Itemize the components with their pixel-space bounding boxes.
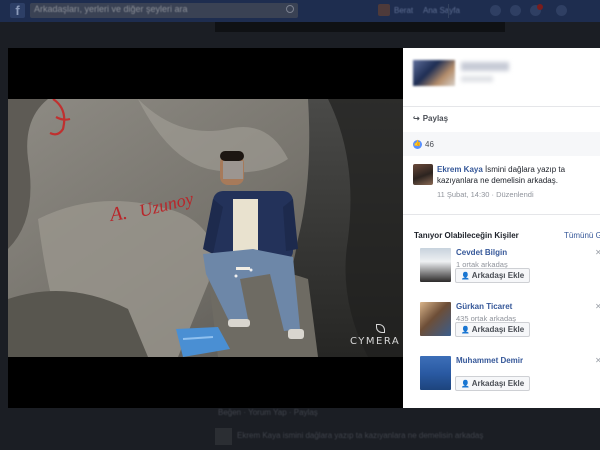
profile-avatar[interactable] (378, 4, 390, 16)
person-name[interactable]: Cevdet Bilgin (456, 248, 507, 257)
person-name[interactable]: Gürkan Ticaret (456, 302, 512, 311)
photo[interactable]: A. Uzunoy (8, 99, 403, 357)
poster-name-blurred[interactable] (461, 62, 509, 71)
share-button[interactable]: ↪ Paylaş (413, 114, 448, 123)
commenter-avatar[interactable] (413, 164, 433, 185)
friend-requests-icon[interactable] (490, 5, 501, 16)
photo-watermark: CYMERA (350, 336, 401, 347)
add-friend-icon: 👤 (461, 273, 470, 280)
pymk-title: Tanıyor Olabileceğin Kişiler (414, 231, 519, 240)
pymk-person: Cevdet Bilgin 1 ortak arkadaş 👤 Arkadaşı … (420, 248, 600, 294)
pymk-person: Gürkan Ticaret 435 ortak arkadaş 👤 Arkada… (420, 302, 600, 348)
comment-edited[interactable]: Düzenlendi (496, 190, 534, 199)
search-icon[interactable] (286, 5, 294, 13)
facebook-logo-icon[interactable]: f (10, 3, 25, 18)
like-count[interactable]: 46 (425, 140, 434, 149)
pymk-person: Muhammet Demir 👤 Arkadaşı Ekle ✕ (420, 356, 600, 402)
like-icon[interactable]: 👍 (413, 140, 422, 149)
person-name[interactable]: Muhammet Demir (456, 356, 523, 365)
comment-meta: 11 Şubat, 14:30 · Düzenlendi (437, 190, 534, 199)
person-avatar[interactable] (420, 356, 451, 390)
background-comment-text: Ekrem Kaya ismini dağlara yazıp ta kazıy… (237, 431, 484, 440)
search-input[interactable]: Arkadaşları, yerleri ve diğer şeyleri ar… (30, 3, 298, 18)
add-friend-button[interactable]: 👤 Arkadaşı Ekle (455, 322, 531, 337)
poster-avatar[interactable] (413, 60, 455, 86)
pymk-see-all-link[interactable]: Tümünü Gör (564, 231, 600, 240)
search-placeholder: Arkadaşları, yerleri ve diğer şeyleri ar… (34, 4, 188, 14)
share-icon: ↪ (413, 114, 420, 123)
person-avatar[interactable] (420, 248, 451, 282)
photo-image: A. Uzunoy (8, 99, 403, 357)
add-friend-label: Arkadaşı Ekle (471, 325, 525, 334)
photo-sidebar: ↪ Paylaş 👍 46 Ekrem Kaya İsmini dağlara y… (403, 48, 600, 408)
background-commenter-avatar (215, 428, 232, 445)
divider (403, 214, 600, 215)
poster-date-blurred (461, 76, 493, 82)
add-friend-icon: 👤 (461, 327, 470, 334)
cymera-logo-icon (376, 324, 385, 333)
top-navigation-bar: f Arkadaşları, yerleri ve diğer şeyleri … (0, 0, 600, 22)
privacy-icon[interactable] (556, 5, 567, 16)
nav-divider (448, 4, 449, 18)
comment-date[interactable]: 11 Şubat, 14:30 (437, 190, 489, 199)
add-friend-icon: 👤 (461, 381, 470, 388)
home-link[interactable]: Ana Sayfa (423, 6, 460, 15)
share-label: Paylaş (422, 114, 449, 123)
add-friend-label: Arkadaşı Ekle (471, 271, 525, 280)
background-actions-text: Beğen · Yorum Yap · Paylaş (218, 408, 318, 417)
comment-author[interactable]: Ekrem Kaya (437, 165, 483, 174)
close-icon[interactable]: ✕ (595, 248, 600, 257)
add-friend-button[interactable]: 👤 Arkadaşı Ekle (455, 376, 531, 391)
person-avatar[interactable] (420, 302, 451, 336)
close-icon[interactable]: ✕ (595, 356, 600, 365)
profile-link[interactable]: Berat (394, 6, 413, 15)
close-icon[interactable]: ✕ (595, 302, 600, 311)
divider (403, 106, 600, 107)
add-friend-button[interactable]: 👤 Arkadaşı Ekle (455, 268, 531, 283)
comment: Ekrem Kaya İsmini dağlara yazıp ta kazıy… (437, 164, 597, 186)
notification-badge (537, 4, 543, 10)
messages-icon[interactable] (510, 5, 521, 16)
background-feed-panel (215, 22, 505, 32)
add-friend-label: Arkadaşı Ekle (471, 379, 525, 388)
